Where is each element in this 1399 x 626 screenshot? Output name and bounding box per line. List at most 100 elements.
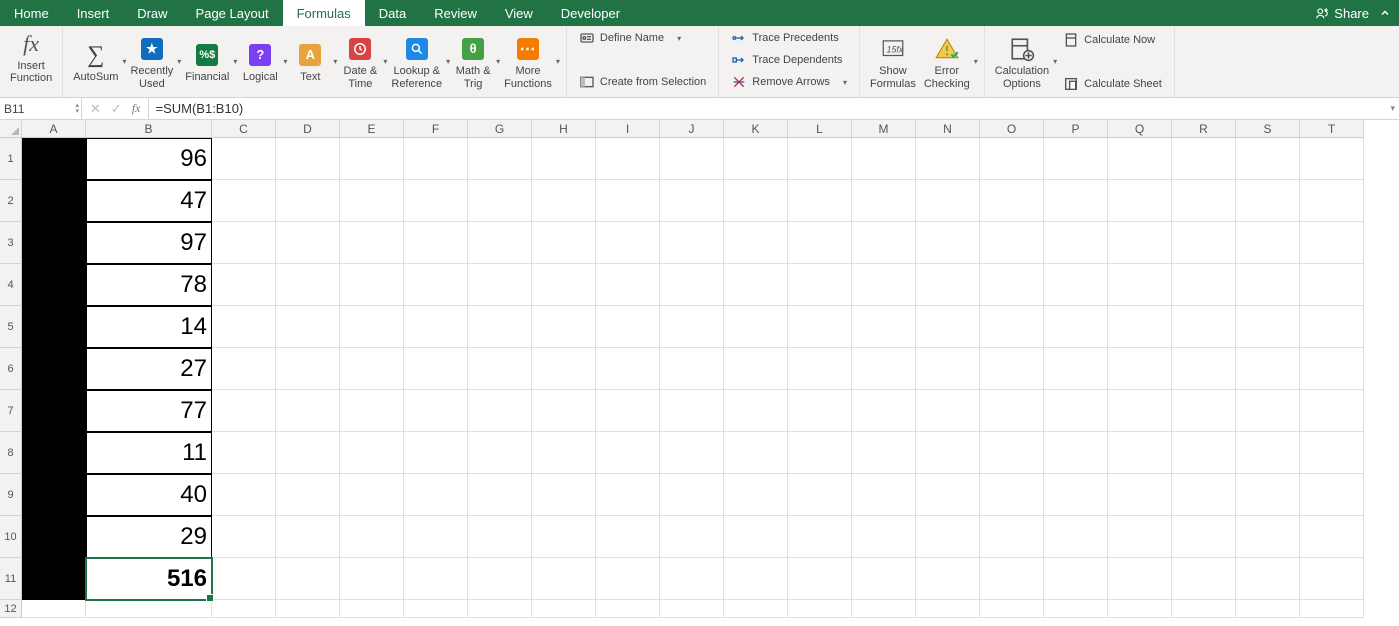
cell-R6[interactable] — [1172, 348, 1236, 390]
row-header-9[interactable]: 9 — [0, 474, 22, 516]
cell-L3[interactable] — [788, 222, 852, 264]
cell-O7[interactable] — [980, 390, 1044, 432]
cell-K2[interactable] — [724, 180, 788, 222]
cell-L8[interactable] — [788, 432, 852, 474]
cell-M11[interactable] — [852, 558, 916, 600]
cell-T10[interactable] — [1300, 516, 1364, 558]
calculate-now-button[interactable]: Calculate Now — [1063, 30, 1162, 50]
cell-B4[interactable]: 78 — [86, 264, 212, 306]
financial-button[interactable]: %$ Financial — [181, 39, 233, 83]
cell-C6[interactable] — [212, 348, 276, 390]
cell-D7[interactable] — [276, 390, 340, 432]
cell-E8[interactable] — [340, 432, 404, 474]
cell-R1[interactable] — [1172, 138, 1236, 180]
cell-C9[interactable] — [212, 474, 276, 516]
cell-F6[interactable] — [404, 348, 468, 390]
cell-B8[interactable]: 11 — [86, 432, 212, 474]
cell-M8[interactable] — [852, 432, 916, 474]
column-header-E[interactable]: E — [340, 120, 404, 138]
tab-draw[interactable]: Draw — [123, 0, 181, 26]
cell-T5[interactable] — [1300, 306, 1364, 348]
cell-L7[interactable] — [788, 390, 852, 432]
cell-B9[interactable]: 40 — [86, 474, 212, 516]
row-header-11[interactable]: 11 — [0, 558, 22, 600]
cell-G7[interactable] — [468, 390, 532, 432]
math-trig-button[interactable]: θ Math & Trig — [450, 33, 496, 89]
cell-K1[interactable] — [724, 138, 788, 180]
cell-M4[interactable] — [852, 264, 916, 306]
cell-R7[interactable] — [1172, 390, 1236, 432]
cell-J6[interactable] — [660, 348, 724, 390]
cell-B6[interactable]: 27 — [86, 348, 212, 390]
cell-Q8[interactable] — [1108, 432, 1172, 474]
cell-M3[interactable] — [852, 222, 916, 264]
trace-dependents-button[interactable]: Trace Dependents — [731, 50, 847, 70]
cell-C2[interactable] — [212, 180, 276, 222]
cell-O2[interactable] — [980, 180, 1044, 222]
cell-T6[interactable] — [1300, 348, 1364, 390]
cell-S9[interactable] — [1236, 474, 1300, 516]
cell-D5[interactable] — [276, 306, 340, 348]
cell-B11[interactable]: 516 — [86, 558, 212, 600]
cell-A10[interactable] — [22, 516, 86, 558]
cell-I10[interactable] — [596, 516, 660, 558]
tab-insert[interactable]: Insert — [63, 0, 124, 26]
cell-O10[interactable] — [980, 516, 1044, 558]
cell-N5[interactable] — [916, 306, 980, 348]
expand-formula-bar-button[interactable]: ▾ — [1390, 103, 1395, 114]
cell-S10[interactable] — [1236, 516, 1300, 558]
cell-B2[interactable]: 47 — [86, 180, 212, 222]
cell-H10[interactable] — [532, 516, 596, 558]
cell-A3[interactable] — [22, 222, 86, 264]
cell-F7[interactable] — [404, 390, 468, 432]
recently-used-button[interactable]: ★ Recently Used — [126, 33, 177, 89]
cell-L1[interactable] — [788, 138, 852, 180]
cell-S7[interactable] — [1236, 390, 1300, 432]
cell-S8[interactable] — [1236, 432, 1300, 474]
cell-J3[interactable] — [660, 222, 724, 264]
cell-H7[interactable] — [532, 390, 596, 432]
cell-B7[interactable]: 77 — [86, 390, 212, 432]
cell-O12[interactable] — [980, 600, 1044, 618]
cell-J11[interactable] — [660, 558, 724, 600]
cell-D11[interactable] — [276, 558, 340, 600]
cell-T3[interactable] — [1300, 222, 1364, 264]
cell-G8[interactable] — [468, 432, 532, 474]
cell-T12[interactable] — [1300, 600, 1364, 618]
row-header-12[interactable]: 12 — [0, 600, 22, 618]
cell-Q6[interactable] — [1108, 348, 1172, 390]
cell-L2[interactable] — [788, 180, 852, 222]
column-header-R[interactable]: R — [1172, 120, 1236, 138]
cell-E1[interactable] — [340, 138, 404, 180]
collapse-ribbon-button[interactable] — [1379, 0, 1391, 26]
cell-F9[interactable] — [404, 474, 468, 516]
cell-K12[interactable] — [724, 600, 788, 618]
name-box[interactable]: B11 ▴▾ — [0, 98, 82, 119]
cell-B10[interactable]: 29 — [86, 516, 212, 558]
cell-G11[interactable] — [468, 558, 532, 600]
cell-R9[interactable] — [1172, 474, 1236, 516]
cell-Q11[interactable] — [1108, 558, 1172, 600]
cell-I1[interactable] — [596, 138, 660, 180]
cell-D3[interactable] — [276, 222, 340, 264]
cell-S2[interactable] — [1236, 180, 1300, 222]
cell-D4[interactable] — [276, 264, 340, 306]
cell-D9[interactable] — [276, 474, 340, 516]
cell-A7[interactable] — [22, 390, 86, 432]
tab-review[interactable]: Review — [420, 0, 491, 26]
cell-N4[interactable] — [916, 264, 980, 306]
cell-O9[interactable] — [980, 474, 1044, 516]
cell-F2[interactable] — [404, 180, 468, 222]
tab-developer[interactable]: Developer — [547, 0, 634, 26]
cell-M10[interactable] — [852, 516, 916, 558]
cell-T2[interactable] — [1300, 180, 1364, 222]
cell-T4[interactable] — [1300, 264, 1364, 306]
cell-I6[interactable] — [596, 348, 660, 390]
cell-P10[interactable] — [1044, 516, 1108, 558]
cell-C11[interactable] — [212, 558, 276, 600]
cell-L12[interactable] — [788, 600, 852, 618]
cancel-formula-button[interactable]: ✕ — [90, 101, 101, 117]
define-name-dropdown[interactable]: ▾ — [677, 34, 681, 43]
cell-P11[interactable] — [1044, 558, 1108, 600]
cell-S11[interactable] — [1236, 558, 1300, 600]
